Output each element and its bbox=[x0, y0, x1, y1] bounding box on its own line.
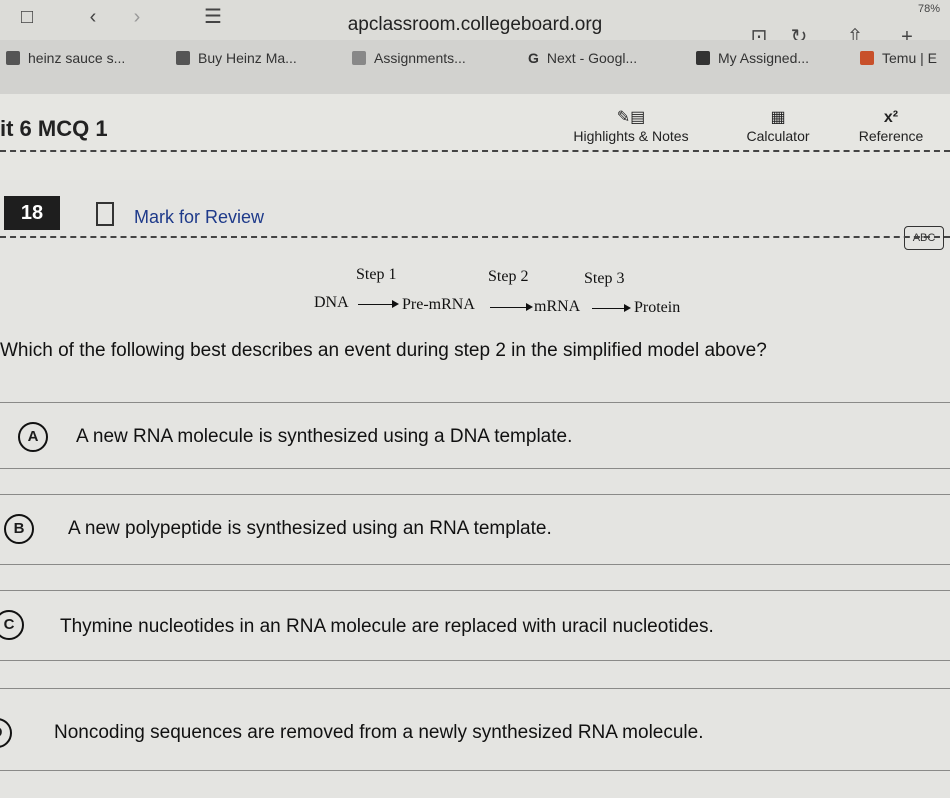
bookmark-label: heinz sauce s... bbox=[28, 50, 126, 66]
diagram-node: mRNA bbox=[534, 298, 581, 315]
bookmark-item[interactable]: Assignments... bbox=[352, 50, 466, 66]
bookmark-item[interactable]: Temu | E bbox=[860, 50, 937, 66]
tool-label: Highlights & Notes bbox=[573, 128, 689, 144]
answer-eliminator-icon[interactable]: ABC bbox=[904, 226, 944, 250]
option-divider bbox=[0, 688, 950, 689]
battery-status: 78% bbox=[917, 3, 940, 15]
highlights-notes-button[interactable]: ✎▤ Highlights & Notes bbox=[560, 108, 702, 144]
question-number: 18 bbox=[4, 196, 60, 230]
diagram-node: DNA bbox=[314, 294, 349, 311]
bookmark-label: Next - Googl... bbox=[546, 50, 638, 66]
option-text: A new RNA molecule is synthesized using … bbox=[76, 426, 573, 447]
arrowhead-icon bbox=[526, 303, 533, 311]
answer-option-d[interactable]: D Noncoding sequences are removed from a… bbox=[0, 708, 950, 760]
option-divider bbox=[0, 564, 950, 565]
reference-button[interactable]: x² Reference bbox=[852, 108, 930, 144]
bookmark-label: Buy Heinz Ma... bbox=[198, 50, 297, 66]
header-divider bbox=[0, 150, 950, 152]
bookmark-item[interactable]: My Assigned... bbox=[696, 50, 809, 66]
reference-icon: x² bbox=[883, 109, 899, 126]
option-text: A new polypeptide is synthesized using a… bbox=[68, 518, 552, 539]
bookmarks-bar bbox=[0, 40, 950, 94]
assigned-icon bbox=[696, 51, 710, 65]
option-divider bbox=[0, 660, 950, 661]
bookmark-item[interactable]: heinz sauce s... bbox=[6, 50, 125, 66]
diagram-arrow bbox=[592, 308, 624, 309]
option-divider bbox=[0, 494, 950, 495]
bookmark-label: My Assigned... bbox=[718, 50, 810, 66]
section-title: it 6 MCQ 1 bbox=[0, 116, 108, 141]
diagram-node: Protein bbox=[634, 299, 681, 316]
answer-option-b[interactable]: B A new polypeptide is synthesized using… bbox=[0, 506, 950, 556]
option-text: Noncoding sequences are removed from a n… bbox=[54, 722, 704, 743]
option-divider bbox=[0, 770, 950, 771]
calculator-icon: ▦ bbox=[770, 109, 786, 126]
diagram-node: Pre-mRNA bbox=[402, 296, 475, 313]
mark-for-review-button[interactable]: Mark for Review bbox=[134, 207, 264, 228]
question-header-divider bbox=[0, 236, 950, 238]
option-divider bbox=[0, 402, 950, 403]
temu-icon bbox=[860, 51, 874, 65]
diagram-step-label: Step 2 bbox=[488, 268, 529, 285]
highlighter-icon: ✎▤ bbox=[616, 109, 646, 126]
option-letter: C bbox=[0, 610, 24, 640]
answer-option-c[interactable]: C Thymine nucleotides in an RNA molecule… bbox=[0, 602, 950, 652]
option-letter: D bbox=[0, 718, 12, 748]
page-icon bbox=[6, 51, 20, 65]
answer-option-a[interactable]: A A new RNA molecule is synthesized usin… bbox=[0, 414, 950, 464]
diagram-step-label: Step 3 bbox=[584, 270, 625, 287]
option-letter: B bbox=[4, 514, 34, 544]
diagram-arrow bbox=[358, 304, 392, 305]
option-letter: A bbox=[18, 422, 48, 452]
m-logo-icon bbox=[176, 51, 190, 65]
arrowhead-icon bbox=[624, 304, 631, 312]
bookmark-label: Temu | E bbox=[882, 50, 937, 66]
tool-label: Reference bbox=[858, 128, 924, 144]
bookmark-item[interactable]: G Next - Googl... bbox=[528, 50, 637, 66]
bookmark-item[interactable]: Buy Heinz Ma... bbox=[176, 50, 297, 66]
google-icon: G bbox=[528, 50, 539, 66]
option-divider bbox=[0, 590, 950, 591]
bookmark-label: Assignments... bbox=[374, 50, 466, 66]
tool-label: Calculator bbox=[746, 128, 810, 144]
option-text: Thymine nucleotides in an RNA molecule a… bbox=[60, 616, 714, 637]
arrowhead-icon bbox=[392, 300, 399, 308]
question-text: Which of the following best describes an… bbox=[0, 340, 767, 361]
bookmark-flag-icon[interactable] bbox=[96, 202, 114, 226]
calculator-button[interactable]: ▦ Calculator bbox=[738, 108, 818, 144]
diagram-arrow bbox=[490, 307, 526, 308]
classroom-icon bbox=[352, 51, 366, 65]
diagram-step-label: Step 1 bbox=[356, 266, 397, 283]
option-divider bbox=[0, 468, 950, 469]
